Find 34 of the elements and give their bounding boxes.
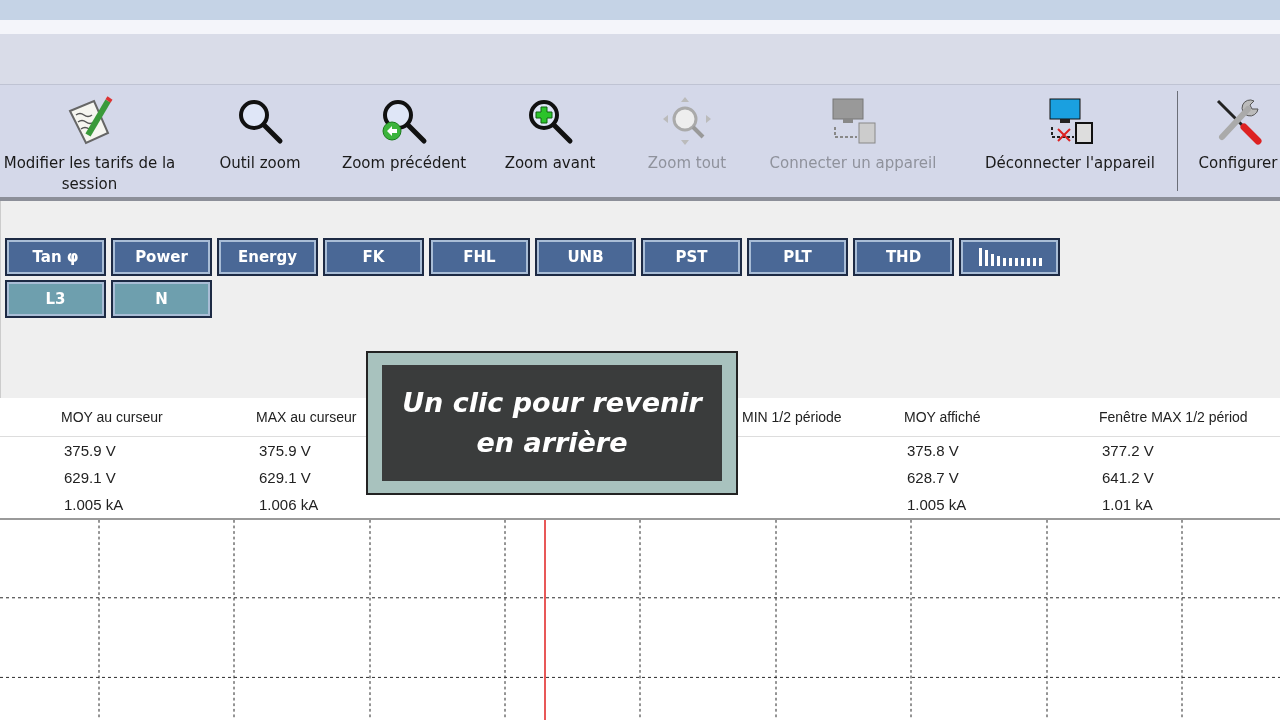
measure-button[interactable]: FK	[323, 238, 424, 276]
measure-button[interactable]: FHL	[429, 238, 530, 276]
table-cell-text: 629.1 V	[258, 468, 312, 488]
zoom-all-icon	[661, 95, 713, 147]
table-cell-text: 375.9 V	[258, 441, 312, 461]
measure-button[interactable]: PST	[641, 238, 742, 276]
toolbar-button[interactable]: Outil zoom	[219, 153, 301, 174]
toolbar-button[interactable]: Zoom avant	[504, 153, 596, 174]
table-cell-text: 375.8 V	[906, 441, 960, 461]
table-cell-text: 377.2 V	[1101, 441, 1155, 461]
table-cell-text: 629.1 V	[63, 468, 117, 488]
toolbar-button[interactable]: Configurer	[1198, 153, 1278, 174]
measure-button[interactable]: N	[111, 280, 212, 318]
column-header: MOY affiché	[898, 398, 1093, 437]
measure-button[interactable]: Tan φ	[5, 238, 106, 276]
table-cell-text: 641.2 V	[1101, 468, 1155, 488]
table-cell-text: 628.7 V	[906, 468, 960, 488]
table-cell-text: 1.01 kA	[1101, 495, 1154, 515]
column-header: Fenêtre MAX 1/2 périod	[1093, 398, 1280, 437]
measure-button[interactable]: L3	[5, 280, 106, 318]
measure-button[interactable]: THD	[853, 238, 954, 276]
measure-button[interactable]: Energy	[217, 238, 318, 276]
table-cell-text: 1.005 kA	[63, 495, 125, 515]
table-cell-text: 1.005 kA	[906, 495, 968, 515]
measure-button[interactable]: PLT	[747, 238, 848, 276]
column-header: MOY au curseur	[55, 398, 250, 437]
measure-button[interactable]: Power	[111, 238, 212, 276]
measure-button[interactable]: UNB	[535, 238, 636, 276]
table-cell-text: 375.9 V	[63, 441, 117, 461]
spectrum-button[interactable]	[959, 238, 1060, 276]
toolbar-button[interactable]: Zoom précédent	[341, 153, 467, 174]
toolbar-button[interactable]: Modifier les tarifs de la session	[0, 153, 184, 195]
table-cell-text: 1.006 kA	[258, 495, 320, 515]
toolbar-button[interactable]: Déconnecter l'appareil	[985, 153, 1155, 174]
